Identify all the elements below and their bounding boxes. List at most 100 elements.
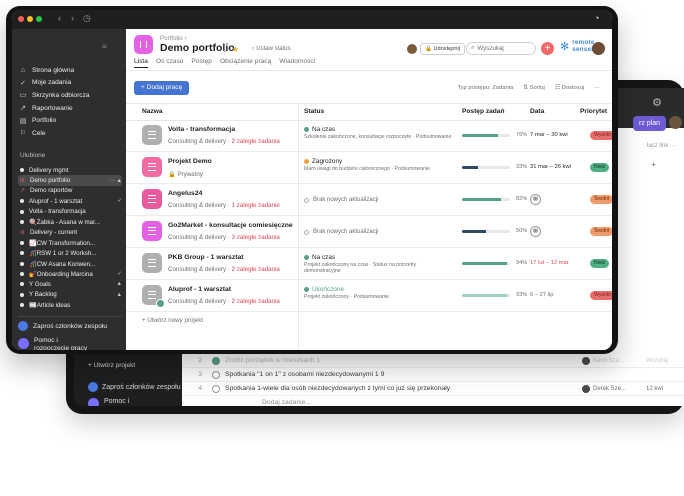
user-avatar[interactable] [592, 42, 605, 55]
calendar-icon[interactable]: ▦ [530, 226, 541, 237]
status-cell[interactable]: Zagrożony Mam uwagi do budżetu całoroczne… [304, 158, 452, 172]
invite-team-button[interactable]: Zaproś członków zespołu [18, 316, 122, 331]
collapse-sidebar-icon[interactable]: ≡ [102, 42, 107, 51]
share-button[interactable]: 🔒 Udostępnij [420, 43, 465, 55]
favorite-project[interactable]: 🍭Żabka - Asana w mar... [18, 217, 122, 227]
task-name[interactable]: Spotkania "1 on 1" z osobami niezdecydow… [225, 371, 582, 378]
favorite-project[interactable]: 📰Article ideas [18, 300, 122, 310]
tab-2[interactable]: Postęp [191, 58, 212, 68]
help-button[interactable]: Pomoc i rozpoczęcie pracy [18, 337, 122, 350]
column-header-priority[interactable]: Priorytet [580, 108, 607, 115]
history-icon[interactable]: ◷ [83, 13, 91, 24]
assignee[interactable]: Derek Sze... [582, 384, 646, 393]
table-row[interactable]: Angelus24 Consulting & delivery · 1 zaleg… [126, 185, 612, 216]
priority-badge[interactable]: Wysoki [590, 131, 612, 140]
search-box[interactable]: ⌕ [466, 42, 536, 55]
favorite-project[interactable]: ↗ Demo raportów [18, 186, 122, 196]
favorite-project[interactable]: Aluprof - 1 warsztat ✓ [18, 196, 122, 206]
search-input[interactable] [477, 45, 530, 52]
avatar[interactable] [669, 116, 682, 129]
check-open-icon[interactable] [212, 384, 220, 393]
status-cell[interactable]: Ukończone Projekt zakończony · Podsumowan… [304, 286, 452, 300]
date-cell[interactable]: 31 mar – 26 kwi [530, 164, 571, 170]
favorite-project[interactable]: 🎢RSW 1 or 2 Worksh... [18, 248, 122, 258]
add-task[interactable]: Dodaj zadanie... [212, 399, 582, 406]
task-name[interactable]: Spotkania 1-wiele dla osób niezdecydowan… [225, 385, 582, 392]
star-icon[interactable]: ★ [232, 45, 239, 54]
due-date[interactable]: Wczoraj [646, 358, 684, 364]
back-help[interactable]: Pomoc i rozpoczęcie pracy [88, 398, 164, 406]
status-cell[interactable]: Na czas Projekt zakończony na czas · Stat… [304, 254, 452, 274]
breadcrumb[interactable]: Portfolio › [160, 35, 186, 42]
project-name[interactable]: PKB Group - 1 warsztat [168, 254, 244, 261]
date-cell[interactable]: 6 – 27 lip [530, 292, 554, 298]
back-plan-button[interactable]: rz plan [632, 116, 666, 131]
progress-type-button[interactable]: Typ postępu: Zadania [457, 85, 513, 91]
chevron-down-icon[interactable]: ⌄ [222, 47, 228, 54]
more-options-button[interactable]: ··· [594, 85, 600, 91]
date-cell[interactable]: ▦ [530, 194, 541, 205]
sidebar-item-home[interactable]: ⌂ Strona główna [18, 64, 122, 77]
add-work-button[interactable]: + Dodaj pracę [134, 81, 190, 95]
create-button[interactable]: + [541, 42, 554, 55]
priority-badge[interactable]: Wysoki [590, 291, 612, 300]
member-avatar[interactable] [407, 44, 417, 54]
date-cell[interactable]: 7 mar – 30 kwi [530, 132, 568, 138]
tab-0[interactable]: Lista [134, 58, 148, 68]
favorite-project[interactable]: 🎢CW Asana Konwen... [18, 259, 122, 269]
favorite-project[interactable]: ılı Demo portfolio ··· ▲ [18, 175, 122, 186]
column-header-date[interactable]: Data [530, 108, 544, 115]
project-name[interactable]: Aluprof - 1 warsztat [168, 286, 231, 293]
notification-icon[interactable]: ◔ [594, 13, 599, 23]
favorite-project[interactable]: Y Goals ▲ [18, 279, 122, 289]
close-dot[interactable] [18, 16, 24, 22]
plus-icon[interactable]: + [651, 160, 656, 169]
status-cell[interactable]: Brak nowych aktualizacji [304, 190, 452, 203]
column-header-progress[interactable]: Postęp zadań [462, 108, 505, 115]
priority-badge[interactable]: Niski [590, 163, 610, 172]
priority-badge[interactable]: Średni [590, 227, 612, 236]
minimize-dot[interactable] [27, 16, 33, 22]
favorite-project[interactable]: ılı Delivery - current [18, 227, 122, 237]
sidebar-item-goal[interactable]: ⚐ Cele [18, 127, 122, 140]
back-link-text[interactable]: łącz link ··· [647, 143, 676, 149]
back-task-row[interactable]: 3 Spotkania "1 on 1" z osobami niezdecydo… [182, 368, 684, 382]
favorite-project[interactable]: 💅Onboarding Marcina ✓ [18, 269, 122, 279]
project-name[interactable]: Angelus24 [168, 190, 202, 197]
forward-arrow-icon[interactable]: › [71, 13, 74, 23]
back-arrow-icon[interactable]: ‹ [58, 13, 61, 23]
date-cell[interactable]: 17 lut – 12 mar [530, 260, 569, 266]
date-cell[interactable]: ▦ [530, 226, 541, 237]
table-row[interactable]: PKB Group - 1 warsztat Consulting & deliv… [126, 249, 612, 280]
back-invite-team[interactable]: Zaproś członków zespołu [88, 382, 181, 392]
tab-1[interactable]: Oś czasu [156, 58, 183, 68]
status-cell[interactable]: Na czas Szkolenie zakończone, konsultacje… [304, 126, 452, 140]
set-status-button[interactable]: ○ Ustaw status [251, 46, 291, 52]
task-name[interactable]: Zrobić porządek w mieszkach 1 [225, 357, 582, 364]
due-date[interactable]: 12 kwi [646, 386, 684, 392]
table-row[interactable]: Go2Market - konsultacje comiesięczne Cons… [126, 217, 612, 248]
check-open-icon[interactable] [212, 370, 220, 379]
project-name[interactable]: Projekt Demo [168, 158, 212, 165]
priority-badge[interactable]: Niski [590, 259, 610, 268]
favorite-project[interactable]: Volta - transformacja [18, 207, 122, 217]
column-header-status[interactable]: Status [304, 108, 324, 115]
create-new-project[interactable]: + Utwórz nowy projekt [142, 317, 203, 324]
column-header-name[interactable]: Nazwa [142, 108, 163, 115]
customize-button[interactable]: ☷ Dostosuj [555, 85, 584, 91]
tab-4[interactable]: Wiadomości [279, 58, 315, 68]
project-name[interactable]: Volta - transformacja [168, 126, 235, 133]
table-row[interactable]: Projekt Demo 🔒 Prywatny Zagrożony Mam uwagi… [126, 153, 612, 184]
back-add-project[interactable]: + Utwórz projekt [88, 362, 135, 369]
table-row[interactable]: Volta - transformacja Consulting & delive… [126, 121, 612, 152]
check-done-icon[interactable] [212, 356, 220, 365]
priority-badge[interactable]: Średni [590, 195, 612, 204]
sidebar-item-trend[interactable]: ↗ Raportowanie [18, 102, 122, 115]
back-task-row[interactable]: 2 Zrobić porządek w mieszkach 1 Karol Sza.… [182, 354, 684, 368]
calendar-icon[interactable]: ▦ [530, 194, 541, 205]
favorite-project[interactable]: Y Backlog ▲ [18, 290, 122, 300]
favorite-project[interactable]: 📈CW Transformation... [18, 238, 122, 248]
gear-icon[interactable]: ⚙ [652, 96, 662, 109]
status-cell[interactable]: Brak nowych aktualizacji [304, 222, 452, 235]
maximize-dot[interactable] [36, 16, 42, 22]
